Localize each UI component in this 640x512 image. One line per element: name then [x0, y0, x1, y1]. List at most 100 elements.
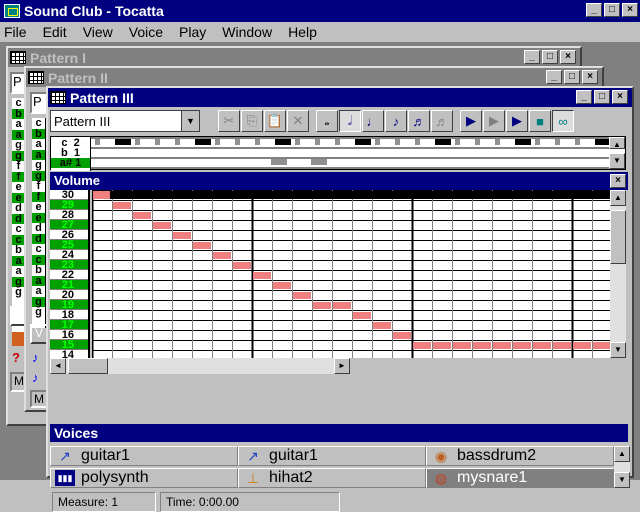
note-cell[interactable]: [195, 139, 211, 145]
volume-vscrollbar[interactable]: ▲ ▼: [610, 190, 626, 358]
note-cell[interactable]: [375, 139, 380, 145]
note-cell[interactable]: [495, 139, 500, 145]
quarter-note-icon[interactable]: ♩: [362, 110, 384, 132]
note-cell[interactable]: [175, 139, 180, 145]
volume-step[interactable]: [453, 342, 471, 349]
voice-item[interactable]: ↗ guitar1: [238, 446, 426, 466]
minimize-button[interactable]: _: [576, 90, 592, 104]
menu-voice[interactable]: Voice: [129, 24, 163, 40]
play-icon[interactable]: ▶: [506, 110, 528, 132]
volume-step[interactable]: [433, 342, 451, 349]
note-cell[interactable]: [535, 139, 540, 145]
volume-step[interactable]: [333, 302, 351, 309]
volume-step[interactable]: [273, 282, 291, 289]
sixteenth-note-icon[interactable]: ♬: [408, 110, 430, 132]
maximize-button[interactable]: □: [594, 90, 610, 104]
paste-icon[interactable]: 📋: [264, 110, 286, 132]
scroll-up-button[interactable]: ▲: [610, 190, 626, 206]
volume-step[interactable]: [353, 312, 371, 319]
note-cell[interactable]: [395, 139, 400, 145]
pattern-3-titlebar[interactable]: Pattern III _ □ ×: [48, 88, 632, 107]
scroll-up-button[interactable]: ▲: [614, 446, 630, 462]
volume-step[interactable]: [253, 272, 271, 279]
volume-step[interactable]: [373, 322, 391, 329]
menu-play[interactable]: Play: [179, 24, 206, 40]
record-icon[interactable]: ▶: [483, 110, 505, 132]
scroll-up-button[interactable]: ▲: [609, 137, 625, 149]
minimize-button[interactable]: _: [586, 3, 602, 17]
chevron-down-icon[interactable]: ▼: [181, 111, 199, 131]
note-cell[interactable]: [435, 139, 451, 145]
note-cell[interactable]: [475, 139, 480, 145]
pattern-dropdown[interactable]: Pattern III ▼: [50, 110, 200, 132]
volume-step[interactable]: [133, 212, 151, 219]
close-button[interactable]: ×: [622, 3, 638, 17]
volume-step[interactable]: [153, 222, 171, 229]
scroll-down-button[interactable]: ▼: [614, 472, 630, 488]
menu-edit[interactable]: Edit: [43, 24, 67, 40]
menu-window[interactable]: Window: [222, 24, 272, 40]
voice-item-selected[interactable]: ◍ mysnare1: [426, 468, 614, 488]
voice-item[interactable]: ↗ guitar1: [50, 446, 238, 466]
menu-help[interactable]: Help: [288, 24, 317, 40]
volume-step[interactable]: [233, 262, 251, 269]
pattern-2-titlebar[interactable]: Pattern II _ □ ×: [26, 68, 602, 87]
note-cell[interactable]: [335, 139, 340, 145]
note-cell[interactable]: [555, 139, 560, 145]
note-cell[interactable]: [415, 139, 420, 145]
note-cell[interactable]: [295, 139, 300, 145]
volume-step[interactable]: [313, 302, 331, 309]
minimize-button[interactable]: _: [524, 50, 540, 64]
delete-icon[interactable]: ✕: [287, 110, 309, 132]
note-grid[interactable]: c 2 b 1 a# 1 ▲ ▼: [50, 136, 626, 171]
volume-step[interactable]: [393, 332, 411, 339]
eighth-note-icon[interactable]: ♪: [385, 110, 407, 132]
note-cell[interactable]: [355, 139, 371, 145]
close-button[interactable]: ×: [612, 90, 628, 104]
note-cell[interactable]: [455, 139, 460, 145]
close-button[interactable]: ×: [560, 50, 576, 64]
note-cell[interactable]: [515, 139, 531, 145]
note-cell[interactable]: [215, 139, 220, 145]
close-button[interactable]: ×: [610, 174, 626, 188]
maximize-button[interactable]: □: [542, 50, 558, 64]
volume-step[interactable]: [193, 242, 211, 249]
volume-step[interactable]: [533, 342, 551, 349]
voice-item[interactable]: ▮▮▮ polysynth: [50, 468, 238, 488]
loop-icon[interactable]: ∞: [552, 110, 574, 132]
scroll-thumb[interactable]: [68, 358, 108, 374]
volume-step[interactable]: [573, 342, 591, 349]
thirtysecond-note-icon[interactable]: ♬: [431, 110, 453, 132]
note-cell[interactable]: [235, 139, 240, 145]
copy-icon[interactable]: ⎘: [241, 110, 263, 132]
pattern-3-window[interactable]: Pattern III _ □ × Pattern III ▼ ✂ ⎘ 📋 ✕ …: [46, 86, 634, 512]
volume-step[interactable]: [513, 342, 531, 349]
volume-step[interactable]: [113, 202, 131, 209]
volume-step[interactable]: [213, 252, 231, 259]
play-from-start-icon[interactable]: ▶: [460, 110, 482, 132]
note-cell[interactable]: [155, 139, 160, 145]
voices-scrollbar[interactable]: ▲ ▼: [614, 446, 630, 488]
stop-icon[interactable]: ■: [529, 110, 551, 132]
half-note-icon[interactable]: 𝅗𝅥: [339, 110, 361, 132]
volume-step[interactable]: [473, 342, 491, 349]
menu-file[interactable]: File: [4, 24, 27, 40]
scroll-down-button[interactable]: ▼: [609, 153, 625, 169]
scroll-thumb[interactable]: [610, 210, 626, 264]
scroll-right-button[interactable]: ►: [334, 358, 350, 374]
volume-step[interactable]: [413, 342, 431, 349]
minimize-button[interactable]: _: [546, 70, 562, 84]
note-cell[interactable]: [135, 139, 140, 145]
volume-step[interactable]: [173, 232, 191, 239]
voice-item[interactable]: ⊥ hihat2: [238, 468, 426, 488]
volume-step[interactable]: [293, 292, 311, 299]
note-cell[interactable]: [271, 159, 287, 165]
scroll-down-button[interactable]: ▼: [610, 342, 626, 358]
note-cell[interactable]: [315, 139, 320, 145]
note-cell[interactable]: [311, 159, 327, 165]
volume-step[interactable]: [93, 191, 110, 199]
note-cell[interactable]: [275, 139, 291, 145]
maximize-button[interactable]: □: [564, 70, 580, 84]
volume-hscrollbar[interactable]: ◄ ►: [50, 358, 350, 374]
note-grid-canvas[interactable]: [91, 137, 611, 169]
